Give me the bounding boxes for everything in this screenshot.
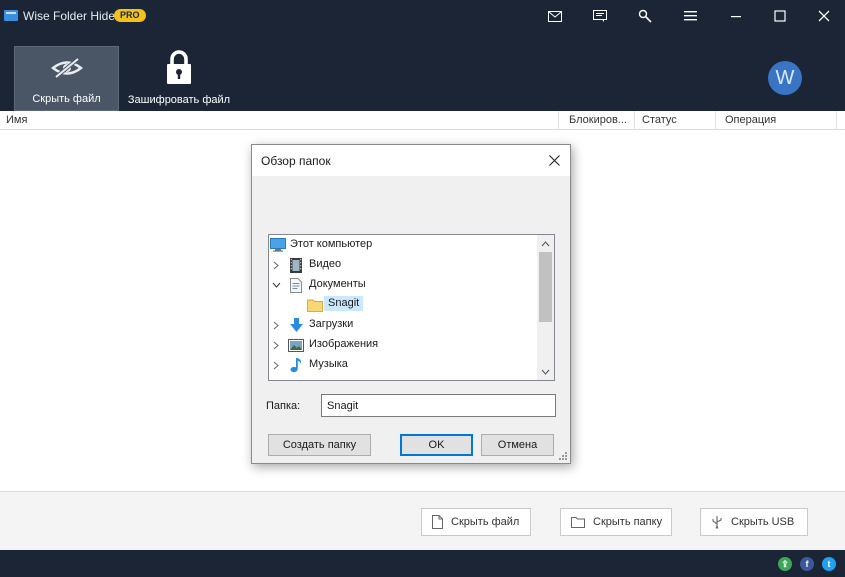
hide-file-button-label: Скрыть файл <box>451 516 520 528</box>
status-bar: ⇪ f t <box>0 550 845 577</box>
hide-file-tab-label: Скрыть файл <box>32 93 101 105</box>
browse-folders-dialog: Обзор папок Этот компьютер Видео Докумен… <box>251 144 571 464</box>
main-toolbar: Скрыть файл Зашифровать файл W <box>0 32 845 111</box>
dialog-title: Обзор папок <box>261 154 331 168</box>
pictures-icon <box>288 337 304 353</box>
computer-icon <box>270 237 286 253</box>
app-logo-icon <box>4 10 18 21</box>
chevron-down-icon[interactable] <box>271 279 281 291</box>
tree-item-label: Изображения <box>309 338 379 350</box>
tools-icon[interactable] <box>634 6 656 26</box>
twitter-icon[interactable]: t <box>822 557 836 571</box>
menu-icon[interactable] <box>679 6 701 26</box>
folder-outline-icon <box>571 516 585 528</box>
hide-usb-button[interactable]: Скрыть USB <box>700 508 808 536</box>
documents-icon <box>288 277 304 293</box>
hide-folder-button-label: Скрыть папку <box>593 516 663 528</box>
lock-icon <box>124 50 234 84</box>
bottom-action-bar: Скрыть файл Скрыть папку Скрыть USB <box>0 491 845 550</box>
tree-item-this-pc[interactable]: Этот компьютер <box>269 235 537 255</box>
facebook-icon[interactable]: f <box>800 557 814 571</box>
tree-item-label: Музыка <box>309 358 348 370</box>
tree-item-label: Загрузки <box>309 318 354 330</box>
tree-item-label: Snagit <box>324 296 364 311</box>
scroll-down-icon[interactable] <box>537 363 554 380</box>
close-icon[interactable] <box>813 6 835 26</box>
minimize-icon[interactable] <box>725 6 747 26</box>
resize-grip-icon[interactable] <box>558 451 568 461</box>
chevron-right-icon[interactable] <box>271 339 281 351</box>
feedback-icon[interactable] <box>589 6 611 26</box>
share-icon[interactable]: ⇪ <box>778 557 792 571</box>
dialog-close-icon[interactable] <box>546 152 562 168</box>
tree-item-snagit[interactable]: Snagit <box>269 295 537 315</box>
file-list-header: Имя Блокиров... Статус Операция <box>0 111 845 130</box>
title-bar: Wise Folder Hider PRO <box>0 0 845 32</box>
file-icon <box>432 515 443 529</box>
folder-icon <box>307 297 323 313</box>
folder-field-label: Папка: <box>266 400 301 412</box>
encrypt-file-tab-label: Зашифровать файл <box>127 94 231 106</box>
ok-button[interactable]: OK <box>400 434 473 456</box>
hide-file-button[interactable]: Скрыть файл <box>421 508 531 536</box>
tree-item-pictures[interactable]: Изображения <box>269 335 537 355</box>
scroll-up-icon[interactable] <box>537 235 554 252</box>
app-window: Wise Folder Hider PRO Скрыть файл Зашифр… <box>0 0 845 577</box>
scrollbar-thumb[interactable] <box>539 252 552 322</box>
chevron-right-icon[interactable] <box>271 319 281 331</box>
chevron-right-icon[interactable] <box>271 359 281 371</box>
hide-folder-button[interactable]: Скрыть папку <box>560 508 672 536</box>
column-status[interactable]: Статус <box>636 111 716 130</box>
user-avatar[interactable]: W <box>768 61 802 95</box>
app-title: Wise Folder Hider <box>23 9 120 23</box>
create-folder-button[interactable]: Создать папку <box>268 434 371 456</box>
maximize-icon[interactable] <box>769 6 791 26</box>
column-operation[interactable]: Операция <box>719 111 837 130</box>
tree-item-downloads[interactable]: Загрузки <box>269 315 537 335</box>
video-icon <box>288 257 304 273</box>
tree-scrollbar[interactable] <box>537 235 554 380</box>
mail-icon[interactable] <box>544 6 566 26</box>
usb-icon <box>711 515 723 529</box>
column-name[interactable]: Имя <box>0 111 559 130</box>
dialog-title-bar: Обзор папок <box>252 145 570 176</box>
tree-item-label: Видео <box>309 258 342 270</box>
encrypt-file-tab[interactable]: Зашифровать файл <box>124 46 234 111</box>
cancel-button[interactable]: Отмена <box>481 434 554 456</box>
hidden-eye-icon <box>15 51 118 85</box>
folder-name-input[interactable] <box>321 394 556 417</box>
downloads-icon <box>288 317 304 333</box>
column-lock[interactable]: Блокиров... <box>563 111 635 130</box>
folder-tree[interactable]: Этот компьютер Видео Документы Snagit За… <box>268 234 555 381</box>
tree-item-music[interactable]: Музыка <box>269 355 537 375</box>
tree-item-label: Документы <box>309 278 366 290</box>
hide-usb-button-label: Скрыть USB <box>731 516 795 528</box>
tree-item-video[interactable]: Видео <box>269 255 537 275</box>
hide-file-tab[interactable]: Скрыть файл <box>14 46 119 111</box>
tree-item-label: Этот компьютер <box>290 238 373 250</box>
music-icon <box>288 357 304 373</box>
pro-badge: PRO <box>114 9 146 22</box>
chevron-right-icon[interactable] <box>271 259 281 271</box>
tree-item-documents[interactable]: Документы <box>269 275 537 295</box>
